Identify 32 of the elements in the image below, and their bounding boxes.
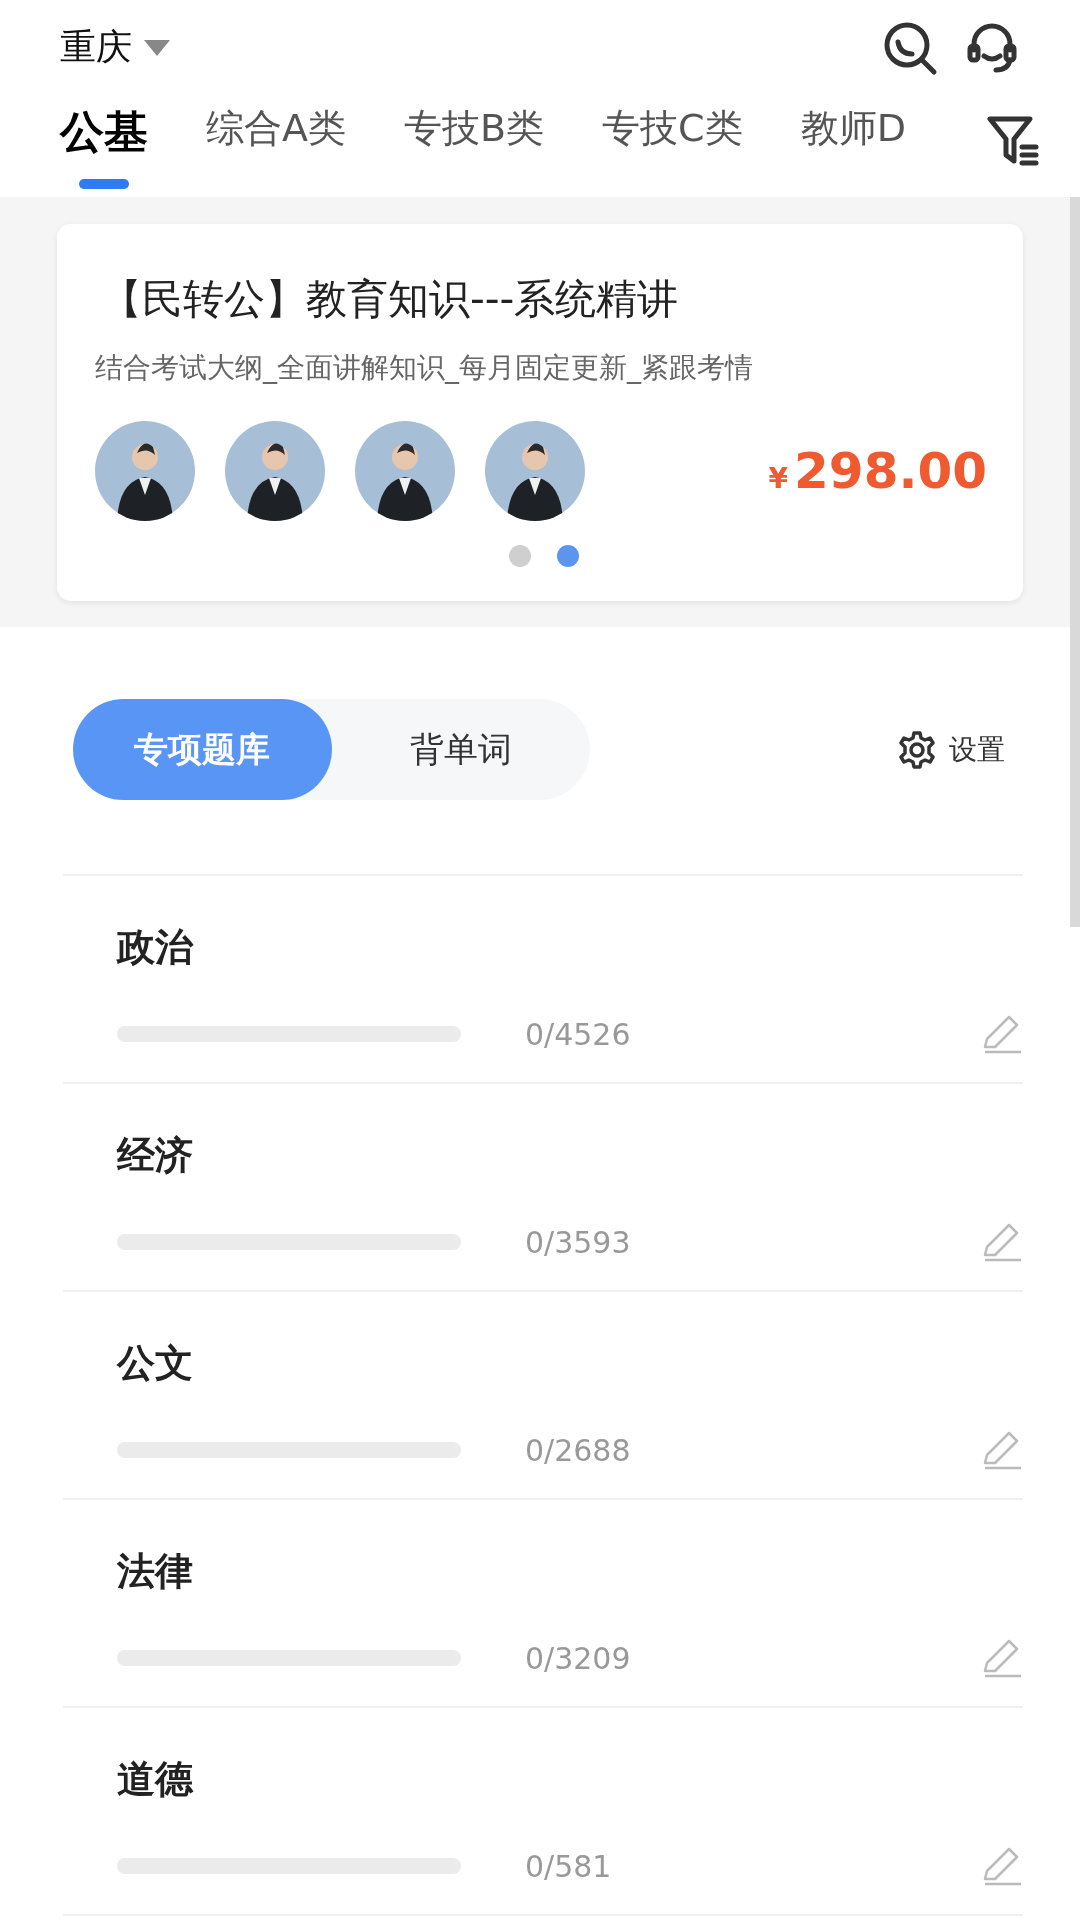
settings-link[interactable]: 设置 [949,730,1005,769]
mode-tab[interactable]: 背单词 [331,699,590,800]
category-tab[interactable]: 专技B类 [404,95,545,197]
tab-indicator [79,179,129,189]
pencil-icon[interactable] [981,1429,1023,1471]
question-count: 0/2688 [525,1432,631,1468]
course-title: 【民转公】教育知识---系统精讲 [101,274,680,325]
subject-title[interactable]: 经济 [117,1130,1023,1181]
subject-title[interactable]: 法律 [117,1546,1023,1597]
question-count: 0/4526 [525,1016,631,1052]
caret-icon[interactable] [144,39,170,56]
subject-title[interactable]: 道德 [117,1754,1023,1805]
page-dot[interactable] [557,545,579,567]
page-dot[interactable] [509,545,531,567]
subject-title[interactable]: 政治 [117,922,1023,973]
pencil-icon[interactable] [981,1221,1023,1263]
course-card[interactable]: 【民转公】教育知识---系统精讲 结合考试大纲_全面讲解知识_每月固定更新_紧跟考情 ¥298.00 [57,224,1023,601]
question-count: 0/3209 [525,1640,631,1676]
category-tab[interactable]: 综合A类 [206,95,346,197]
pencil-icon[interactable] [981,1637,1023,1679]
city-selector[interactable]: 重庆 [60,23,132,72]
pencil-icon[interactable] [981,1013,1023,1055]
category-tab[interactable]: 教师D [800,95,906,197]
category-tab[interactable]: 专技C类 [602,95,743,197]
pencil-icon[interactable] [981,1845,1023,1887]
category-tab[interactable]: 公基 [60,95,148,197]
course-subtitle: 结合考试大纲_全面讲解知识_每月固定更新_紧跟考情 [95,350,754,386]
course-price: ¥298.00 [768,442,987,500]
question-count: 0/3593 [525,1224,631,1260]
settings-icon[interactable] [897,729,937,770]
subject-title[interactable]: 公文 [117,1338,1023,1389]
question-count: 0/581 [525,1848,612,1884]
